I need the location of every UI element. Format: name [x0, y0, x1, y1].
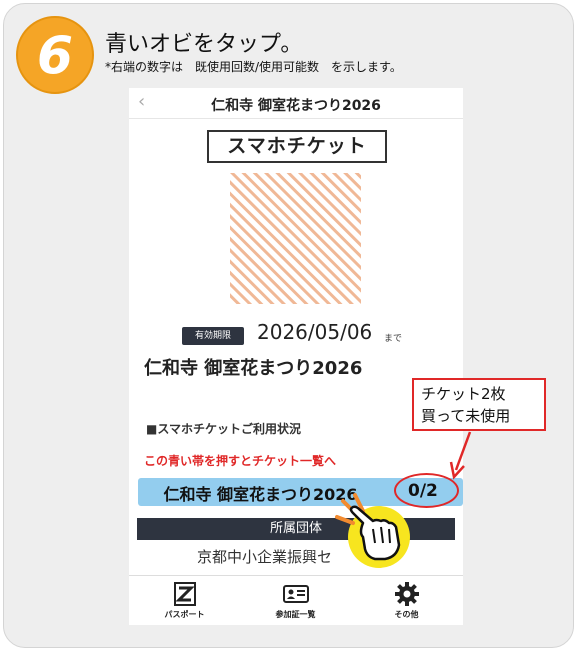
- tab-other[interactable]: その他: [351, 576, 462, 625]
- event-name: 仁和寺 御室花まつり2026: [144, 358, 363, 379]
- ticket-title: スマホチケット: [207, 130, 387, 163]
- callout-arrow-icon: [449, 431, 472, 480]
- expiry-suffix: まで: [384, 334, 403, 344]
- expiry-badge: 有効期限: [182, 327, 244, 345]
- expiry-date: 2026/05/06: [257, 320, 373, 344]
- callout-box: チケット2枚 買って未使用: [412, 378, 546, 431]
- step-note: *右端の数字は 既使用回数/使用可能数 を示します。: [105, 60, 402, 74]
- step-number-badge: 6: [16, 16, 94, 94]
- passport-z-icon: [174, 582, 196, 606]
- group-name: 京都中小企業振興セ: [197, 548, 333, 566]
- tab-certificates[interactable]: 参加証一覧: [240, 576, 351, 625]
- bottom-tab-bar: パスポート 参加証一覧 その他: [129, 575, 463, 625]
- tab-label: 参加証一覧: [275, 610, 316, 619]
- step-title: 青いオビをタップ。: [105, 32, 303, 57]
- usage-heading: ■スマホチケットご利用状況: [146, 422, 301, 436]
- gear-icon: [395, 582, 419, 606]
- callout-line: 買って未使用: [421, 407, 511, 425]
- nav-divider: [129, 118, 463, 119]
- step-number: 6: [37, 26, 73, 86]
- tab-passport[interactable]: パスポート: [129, 576, 240, 625]
- callout-line: チケット2枚: [421, 385, 506, 403]
- nav-title: 仁和寺 御室花まつり2026: [211, 98, 381, 114]
- hint-text: この青い帯を押すとチケット一覧へ: [144, 454, 337, 468]
- qr-code-placeholder: [230, 173, 361, 304]
- phone-screen: ‹ 仁和寺 御室花まつり2026 スマホチケット 有効期限 2026/05/06…: [129, 88, 463, 625]
- tab-label: パスポート: [164, 610, 205, 619]
- tab-label: その他: [394, 610, 419, 619]
- id-card-icon: [283, 585, 309, 603]
- pointing-hand-icon: [335, 493, 410, 568]
